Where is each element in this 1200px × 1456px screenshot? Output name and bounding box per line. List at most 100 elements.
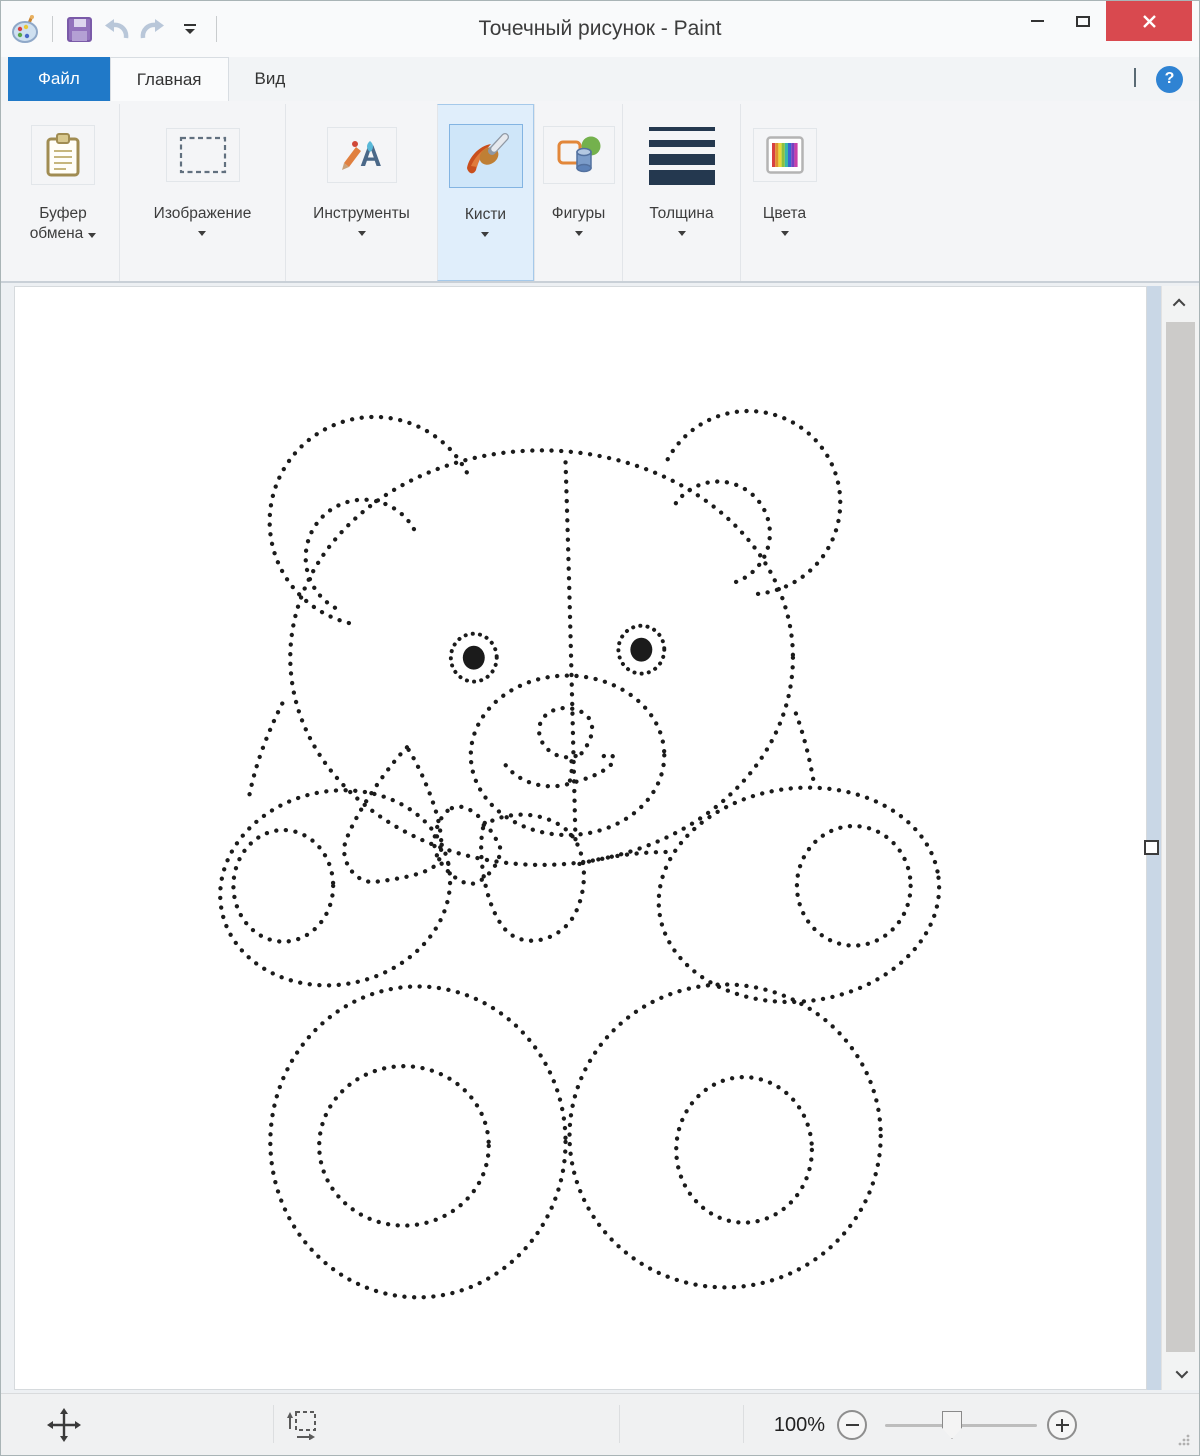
bear-muzzle <box>471 676 664 835</box>
maximize-icon <box>1076 16 1090 27</box>
customize-toolbar-button[interactable] <box>173 12 207 46</box>
cursor-position-icon <box>47 1408 81 1442</box>
zoom-in-button[interactable] <box>1047 1410 1077 1440</box>
ribbon-tabs: Файл Главная Вид ? <box>1 57 1199 101</box>
bear-bow-knot <box>434 807 500 884</box>
group-label: Фигуры <box>552 205 605 222</box>
bear-left-paw-pad <box>233 830 333 942</box>
brushes-dropdown[interactable]: Кисти <box>465 205 506 237</box>
group-brushes: Кисти <box>437 104 534 281</box>
bear-left-foot-pad <box>319 1066 489 1225</box>
tab-file[interactable]: Файл <box>8 57 110 101</box>
statusbar-separator <box>273 1405 274 1443</box>
group-tools: A Инструменты <box>285 104 437 281</box>
tab-home[interactable]: Главная <box>110 57 229 101</box>
scroll-up-button[interactable] <box>1162 286 1199 320</box>
scrollbar-thumb[interactable] <box>1166 322 1195 1352</box>
drawing-canvas[interactable] <box>14 286 1147 1390</box>
minimize-ribbon-button[interactable] <box>1134 70 1136 88</box>
zoom-slider-thumb[interactable] <box>942 1411 962 1439</box>
canvas-area <box>1 283 1199 1393</box>
window-controls <box>1014 1 1192 41</box>
zoom-out-button[interactable] <box>837 1410 867 1440</box>
dropdown-caret-icon <box>575 231 583 236</box>
save-button[interactable] <box>62 12 96 46</box>
close-button[interactable] <box>1106 1 1192 41</box>
scroll-down-icon <box>1176 1365 1189 1378</box>
close-icon <box>1142 14 1157 29</box>
bear-right-ear-inner <box>673 482 770 582</box>
bear-drawing <box>15 287 1146 1389</box>
bear-left-paw <box>202 769 469 1006</box>
shapes-dropdown[interactable]: Фигуры <box>552 204 605 236</box>
bear-left-shoulder-line <box>249 703 282 795</box>
group-label: Цвета <box>763 205 806 222</box>
chevron-up-icon <box>1134 68 1136 87</box>
tab-controls: ? <box>1134 57 1183 101</box>
paint-window: Точечный рисунок - Paint Файл Главная Ви… <box>0 0 1200 1456</box>
minimize-button[interactable] <box>1014 1 1060 41</box>
tools-dropdown[interactable]: Инструменты <box>313 204 410 236</box>
bear-left-pupil <box>463 646 485 670</box>
group-shapes: Фигуры <box>534 104 622 281</box>
thickness-dropdown[interactable]: Толщина <box>649 204 713 236</box>
bear-left-ear-outer <box>270 417 467 624</box>
image-dropdown[interactable]: Изображение <box>154 204 252 236</box>
toolbar-separator <box>216 16 217 42</box>
group-label: Инструменты <box>313 205 410 222</box>
maximize-button[interactable] <box>1060 1 1106 41</box>
clipboard-dropdown[interactable]: Буфер обмена <box>30 204 97 244</box>
toolbar-separator <box>52 16 53 42</box>
customize-toolbar-icon <box>183 23 197 35</box>
color-palette-icon <box>766 136 804 174</box>
selection-icon <box>179 136 227 174</box>
group-label: обмена <box>30 225 84 242</box>
group-label: Кисти <box>465 206 506 223</box>
dropdown-caret-icon <box>88 233 96 238</box>
bear-left-foot <box>270 986 565 1297</box>
status-bar: 100% <box>1 1393 1199 1455</box>
group-colors: Цвета <box>740 104 828 281</box>
zoom-out-icon <box>846 1424 859 1427</box>
titlebar: Точечный рисунок - Paint <box>1 1 1199 57</box>
scroll-down-button[interactable] <box>1162 1356 1199 1390</box>
bear-right-foot <box>570 984 881 1287</box>
colors-dropdown[interactable]: Цвета <box>763 204 806 236</box>
dropdown-caret-icon <box>481 232 489 237</box>
clipboard-button[interactable] <box>31 125 95 185</box>
shapes-icon <box>556 134 602 176</box>
colors-button[interactable] <box>753 128 817 182</box>
undo-icon <box>101 16 131 42</box>
zoom-in-icon <box>1061 1419 1064 1432</box>
tab-view[interactable]: Вид <box>229 57 312 101</box>
undo-button[interactable] <box>99 12 133 46</box>
paint-logo-icon[interactable] <box>9 12 43 46</box>
save-icon <box>66 16 93 43</box>
group-clipboard: Буфер обмена <box>7 104 119 281</box>
statusbar-separator <box>743 1405 744 1443</box>
redo-icon <box>138 16 168 42</box>
minimize-icon <box>1031 20 1044 22</box>
tools-icon: A <box>340 135 384 175</box>
redo-button[interactable] <box>136 12 170 46</box>
quick-access-toolbar <box>1 1 223 57</box>
ribbon: Буфер обмена Изображение A <box>1 101 1199 283</box>
group-label: Толщина <box>649 205 713 222</box>
brush-icon <box>462 132 510 180</box>
thickness-button[interactable] <box>647 112 717 198</box>
shapes-button[interactable] <box>543 126 615 184</box>
bear-mouth <box>506 754 614 786</box>
statusbar-separator <box>619 1405 620 1443</box>
selection-size-icon <box>287 1410 319 1440</box>
tools-button[interactable]: A <box>327 127 397 183</box>
resize-grip-icon[interactable] <box>1175 1431 1191 1447</box>
bear-right-foot-pad <box>676 1077 812 1222</box>
group-label: Буфер <box>39 205 86 222</box>
help-button[interactable]: ? <box>1156 66 1183 93</box>
canvas-resize-handle[interactable] <box>1144 840 1159 855</box>
group-thickness: Толщина <box>622 104 740 281</box>
brushes-button[interactable] <box>449 124 523 188</box>
bear-right-ear-outer <box>664 411 840 594</box>
image-button[interactable] <box>166 128 240 182</box>
vertical-scrollbar[interactable] <box>1161 286 1199 1390</box>
